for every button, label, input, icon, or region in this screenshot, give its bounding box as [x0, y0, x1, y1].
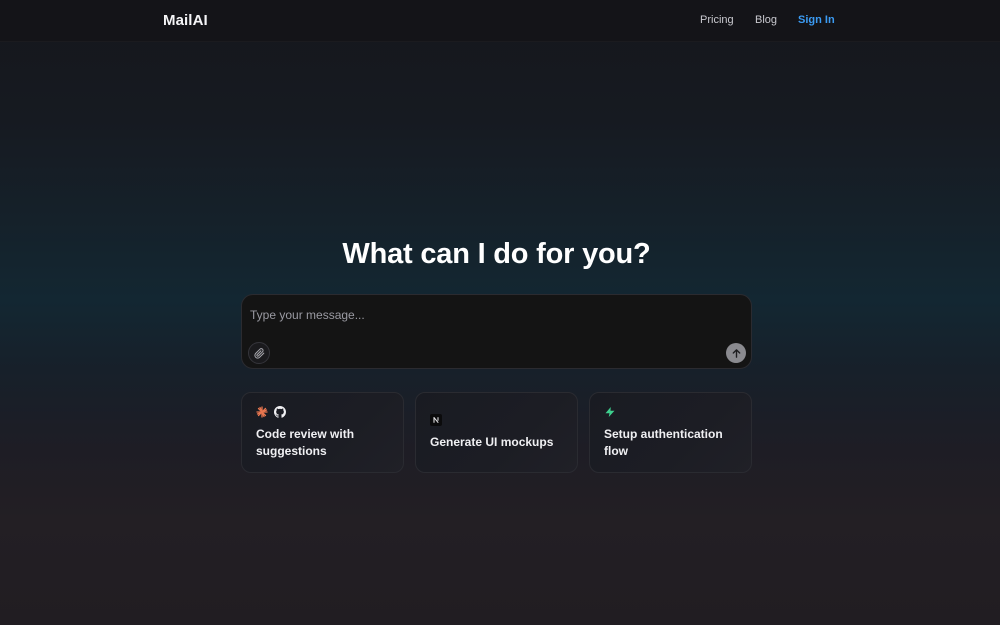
next-logo-icon [430, 414, 442, 426]
supabase-bolt-icon [605, 407, 615, 417]
message-input[interactable] [250, 304, 720, 326]
suggestion-label: Code review with suggestions [256, 427, 355, 458]
send-button[interactable] [726, 343, 746, 363]
claude-sparkle-icon [256, 406, 268, 418]
card-icons [604, 406, 616, 418]
suggestion-label: Generate UI mockups [430, 435, 554, 449]
github-icon [274, 406, 286, 418]
sign-in-link[interactable]: Sign In [798, 14, 835, 26]
card-icons [256, 406, 286, 418]
paperclip-icon [253, 347, 264, 359]
top-navigation-bar: MailAI Pricing Blog Sign In [0, 0, 1000, 42]
message-composer [241, 294, 752, 369]
nav-link-blog[interactable]: Blog [755, 14, 777, 26]
suggestion-card-ui-mockups[interactable]: Generate UI mockups [415, 392, 578, 473]
arrow-up-icon [732, 348, 740, 358]
brand-logo[interactable]: MailAI [163, 12, 208, 29]
suggestion-card-auth-flow[interactable]: Setup authentication flow [589, 392, 752, 473]
suggestion-card-code-review[interactable]: Code review with suggestions [241, 392, 404, 473]
suggestion-label: Setup authentication flow [604, 427, 723, 458]
page-headline: What can I do for you? [342, 238, 651, 270]
nav-link-pricing[interactable]: Pricing [700, 14, 734, 26]
attach-button[interactable] [248, 342, 270, 364]
card-icons [430, 414, 442, 426]
